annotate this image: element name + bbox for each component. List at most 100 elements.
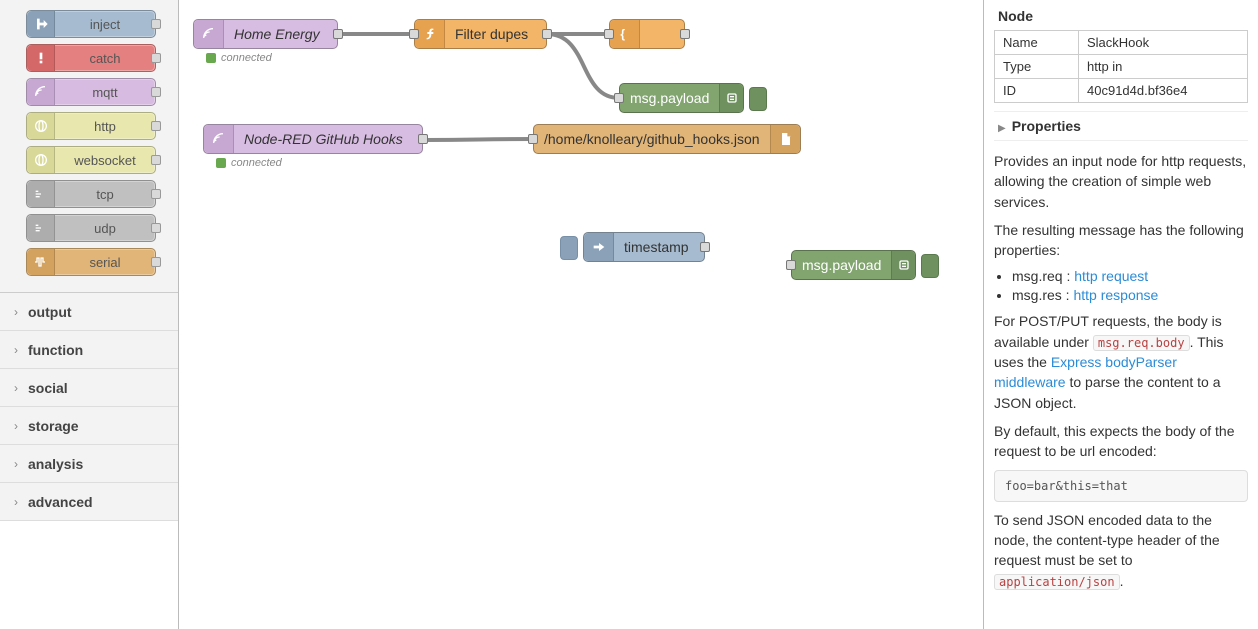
category-advanced[interactable]: › advanced bbox=[0, 483, 178, 521]
flow-canvas[interactable]: Home Energy connected Filter dupes { msg… bbox=[179, 0, 983, 629]
palette-node-label: catch bbox=[55, 51, 155, 66]
palette-node-tcp[interactable]: tcp bbox=[26, 180, 156, 208]
palette-node-mqtt[interactable]: mqtt bbox=[26, 78, 156, 106]
category-function[interactable]: › function bbox=[0, 331, 178, 369]
port-out[interactable] bbox=[542, 29, 552, 39]
palette-node-label: tcp bbox=[55, 187, 155, 202]
status-dot-icon bbox=[206, 53, 216, 63]
node-json[interactable]: { bbox=[609, 19, 685, 49]
link-http-request[interactable]: http request bbox=[1074, 268, 1148, 284]
category-storage[interactable]: › storage bbox=[0, 407, 178, 445]
triangle-right-icon: ▶ bbox=[998, 123, 1006, 134]
port-icon bbox=[151, 87, 161, 97]
t: To send JSON encoded data to the node, t… bbox=[994, 512, 1220, 569]
category-analysis[interactable]: ›analysis bbox=[0, 445, 178, 483]
brace-icon: { bbox=[610, 20, 640, 48]
port-out[interactable] bbox=[333, 29, 343, 39]
node-timestamp[interactable]: timestamp bbox=[583, 232, 705, 262]
info-key: Name bbox=[995, 31, 1079, 55]
port-icon bbox=[151, 155, 161, 165]
properties-toggle[interactable]: ▶Properties bbox=[994, 111, 1248, 141]
node-label: Node-RED GitHub Hooks bbox=[234, 131, 422, 147]
inject-trigger-button[interactable] bbox=[560, 236, 578, 260]
link-http-response[interactable]: http response bbox=[1073, 287, 1158, 303]
wireless-icon bbox=[204, 125, 234, 153]
palette-node-label: udp bbox=[55, 221, 155, 236]
port-out[interactable] bbox=[418, 134, 428, 144]
port-icon bbox=[151, 19, 161, 29]
port-out[interactable] bbox=[700, 242, 710, 252]
node-label: Home Energy bbox=[224, 26, 337, 42]
help-text: Provides an input node for http requests… bbox=[994, 151, 1248, 212]
info-sidebar: Node NameSlackHook Typehttp in ID40c91d4… bbox=[983, 0, 1258, 629]
node-info-table: NameSlackHook Typehttp in ID40c91d4d.bf3… bbox=[994, 30, 1248, 103]
port-icon bbox=[151, 257, 161, 267]
code-inline: application/json bbox=[994, 574, 1120, 590]
help-text: To send JSON encoded data to the node, t… bbox=[994, 510, 1248, 591]
category-label: function bbox=[28, 342, 83, 358]
palette-node-websocket[interactable]: websocket bbox=[26, 146, 156, 174]
status-dot-icon bbox=[216, 158, 226, 168]
category-label: output bbox=[28, 304, 72, 320]
debug-toggle-button[interactable] bbox=[749, 87, 767, 111]
port-out[interactable] bbox=[680, 29, 690, 39]
list-item: msg.req : http request bbox=[1012, 268, 1248, 284]
port-in[interactable] bbox=[786, 260, 796, 270]
node-status: connected bbox=[216, 157, 282, 169]
chevron-right-icon: › bbox=[14, 495, 18, 509]
palette-node-label: mqtt bbox=[55, 85, 155, 100]
node-github-hooks[interactable]: Node-RED GitHub Hooks connected bbox=[203, 124, 423, 154]
network-icon bbox=[27, 181, 55, 207]
port-in[interactable] bbox=[604, 29, 614, 39]
port-in[interactable] bbox=[614, 93, 624, 103]
arrow-right-icon bbox=[27, 11, 55, 37]
arrow-right-icon bbox=[584, 233, 614, 261]
globe-icon bbox=[27, 147, 55, 173]
category-label: social bbox=[28, 380, 68, 396]
info-value: 40c91d4d.bf36e4 bbox=[1079, 79, 1248, 103]
code-inline: msg.req.body bbox=[1093, 335, 1190, 351]
palette-node-label: inject bbox=[55, 17, 155, 32]
palette-node-inject[interactable]: inject bbox=[26, 10, 156, 38]
help-text: By default, this expects the body of the… bbox=[994, 421, 1248, 462]
node-file[interactable]: /home/knolleary/github_hooks.json bbox=[533, 124, 801, 154]
list-item: msg.res : http response bbox=[1012, 287, 1248, 303]
category-output[interactable]: ›output bbox=[0, 293, 178, 331]
li-text: msg.res : bbox=[1012, 287, 1073, 303]
port-icon bbox=[151, 223, 161, 233]
category-label: storage bbox=[28, 418, 79, 434]
code-block: foo=bar&this=that bbox=[994, 470, 1248, 502]
wireless-icon bbox=[194, 20, 224, 48]
node-label: Filter dupes bbox=[445, 26, 546, 42]
palette-node-label: http bbox=[55, 119, 155, 134]
node-debug-2[interactable]: msg.payload bbox=[791, 250, 916, 280]
palette-node-http[interactable]: http bbox=[26, 112, 156, 140]
port-in[interactable] bbox=[528, 134, 538, 144]
node-label: msg.payload bbox=[620, 90, 719, 106]
status-text: connected bbox=[221, 52, 272, 64]
node-label: /home/knolleary/github_hooks.json bbox=[534, 131, 770, 147]
file-icon bbox=[770, 125, 800, 153]
t: . bbox=[1120, 573, 1124, 589]
palette: inject catch mqtt http websocket bbox=[0, 0, 179, 629]
node-debug-1[interactable]: msg.payload bbox=[619, 83, 744, 113]
debug-toggle-button[interactable] bbox=[921, 254, 939, 278]
category-label: advanced bbox=[28, 494, 93, 510]
node-filter-dupes[interactable]: Filter dupes bbox=[414, 19, 547, 49]
palette-categories: ›output ›function ›social ›storage ›anal… bbox=[0, 292, 178, 521]
info-value: http in bbox=[1079, 55, 1248, 79]
palette-node-catch[interactable]: catch bbox=[26, 44, 156, 72]
chevron-right-icon: › bbox=[14, 419, 18, 433]
info-key: ID bbox=[995, 79, 1079, 103]
chevron-right-icon: › bbox=[14, 343, 18, 357]
signal-icon bbox=[27, 249, 55, 275]
help-text: The resulting message has the following … bbox=[994, 220, 1248, 261]
palette-node-udp[interactable]: udp bbox=[26, 214, 156, 242]
port-icon bbox=[151, 53, 161, 63]
palette-node-serial[interactable]: serial bbox=[26, 248, 156, 276]
category-social[interactable]: ›social bbox=[0, 369, 178, 407]
port-in[interactable] bbox=[409, 29, 419, 39]
svg-text:{: { bbox=[620, 27, 625, 41]
node-label: timestamp bbox=[614, 239, 704, 255]
node-home-energy[interactable]: Home Energy connected bbox=[193, 19, 338, 49]
